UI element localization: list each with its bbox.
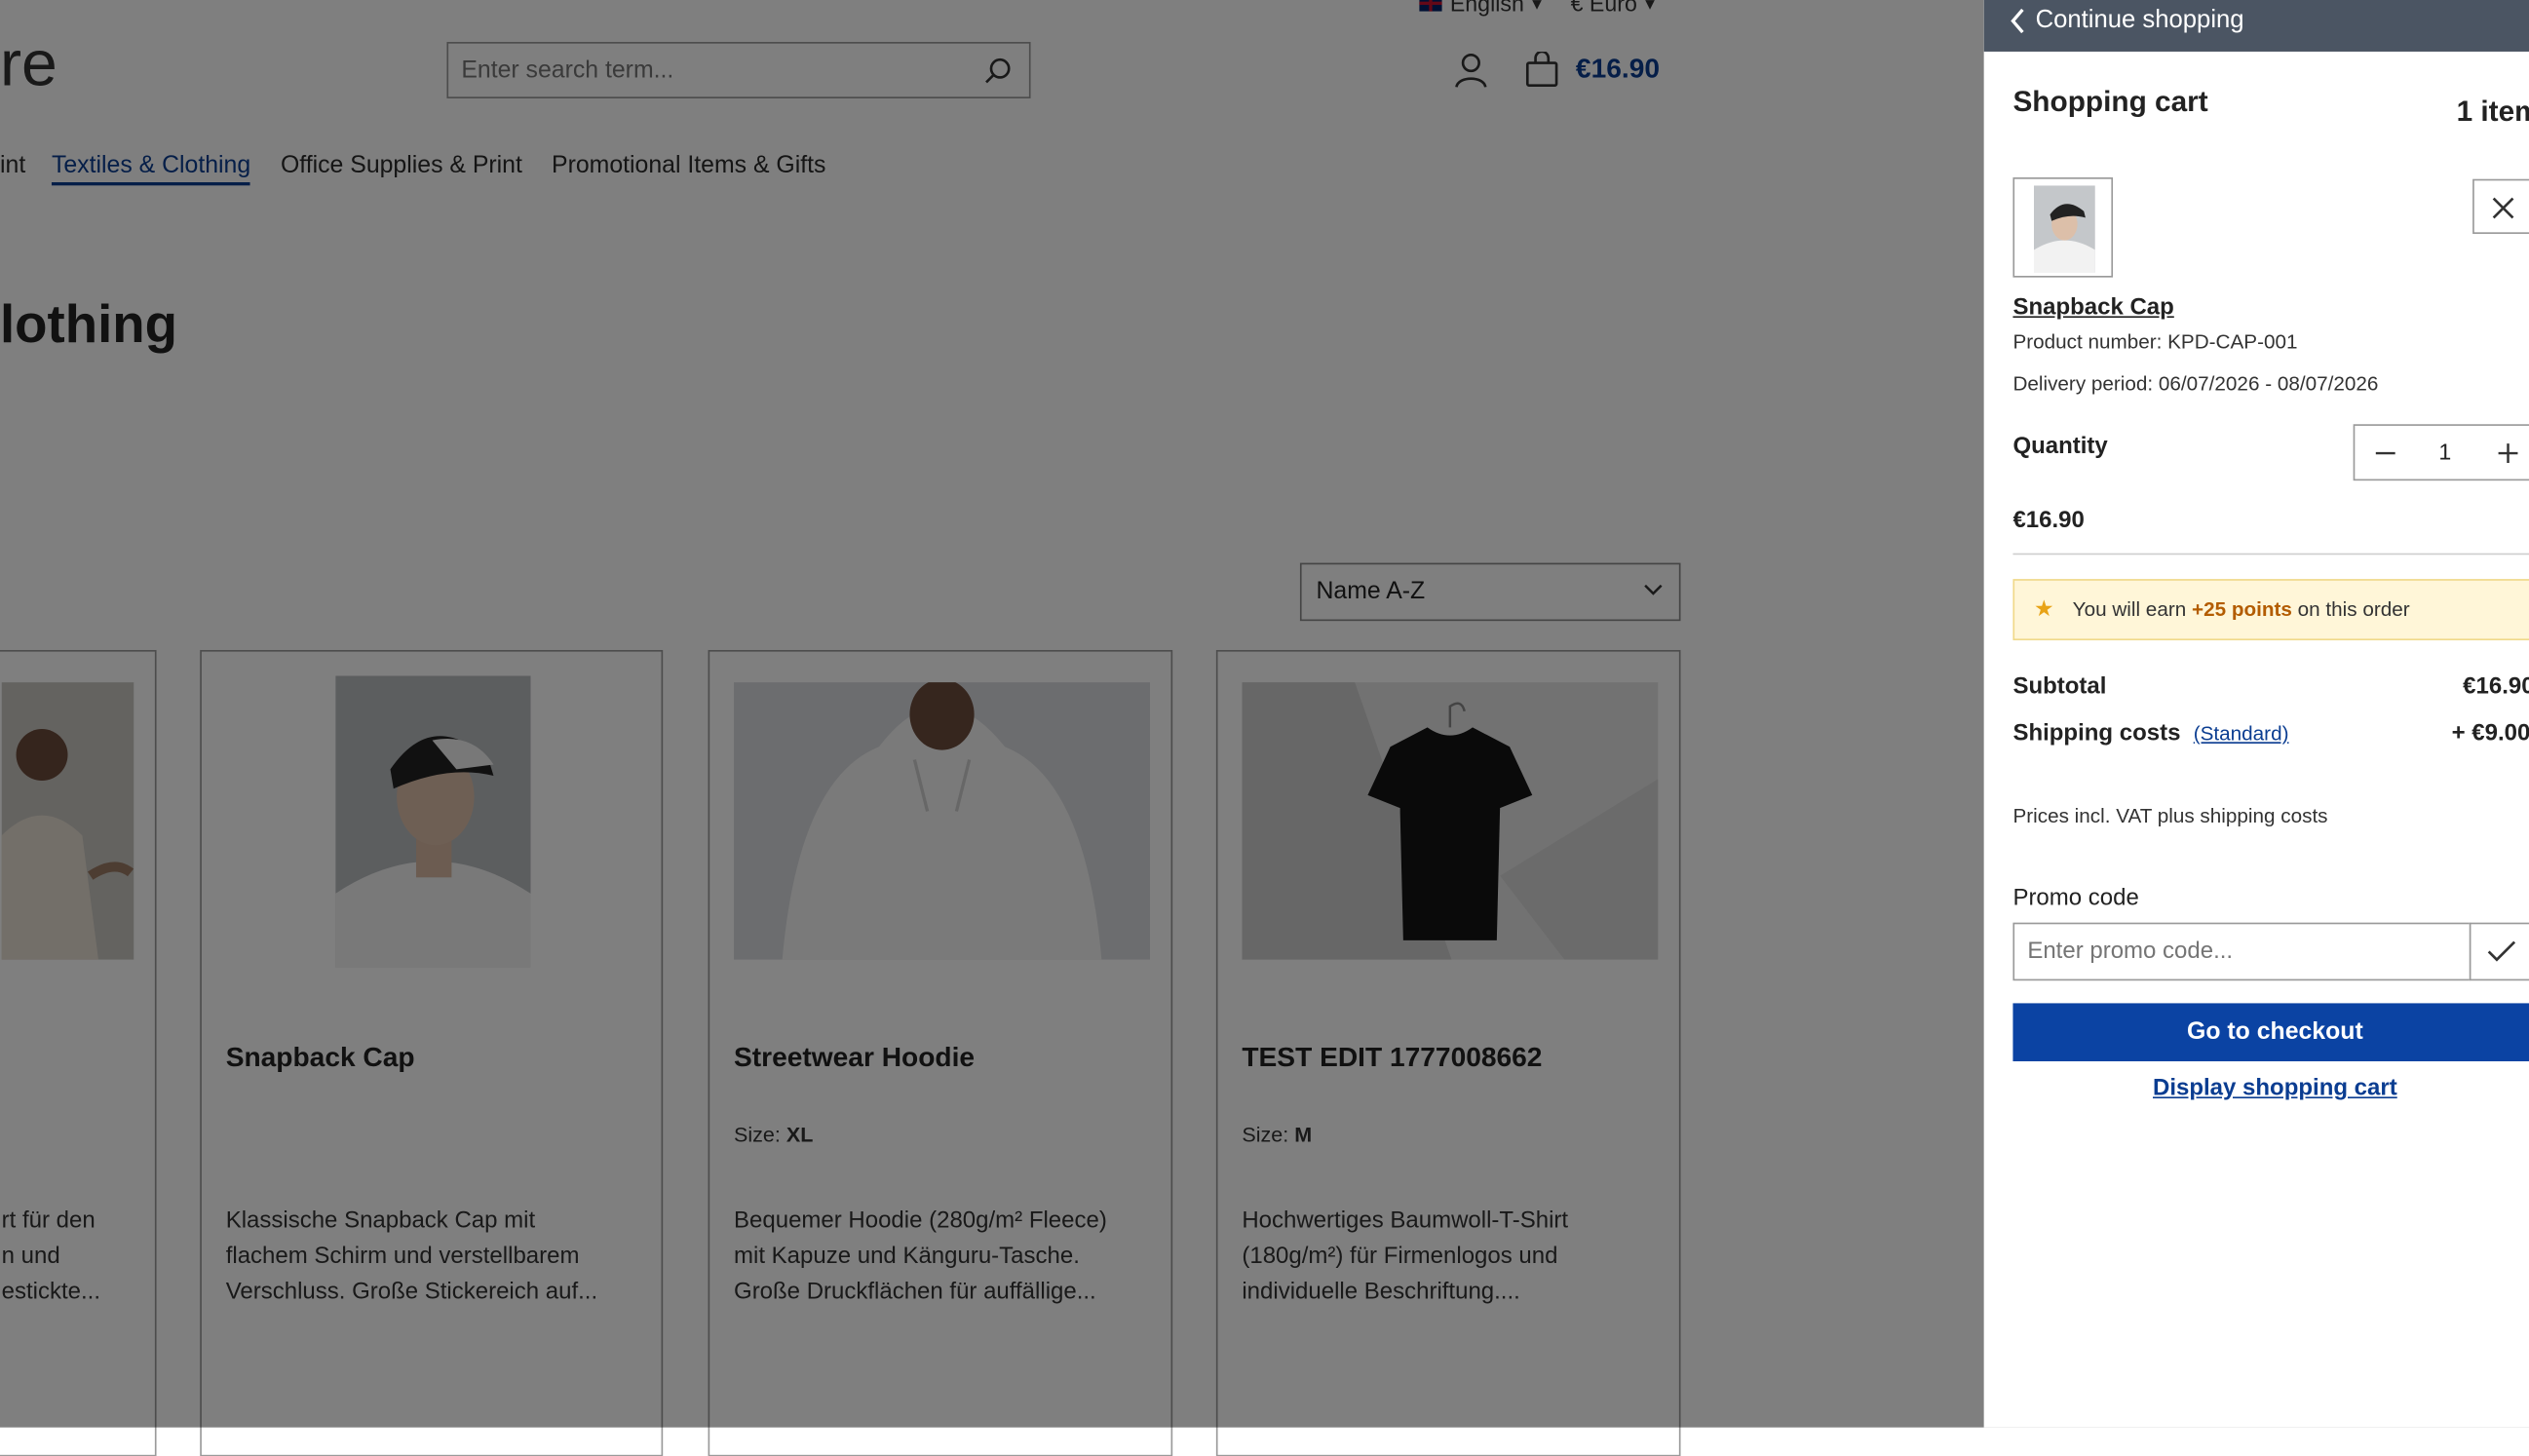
- apply-promo-button[interactable]: [2469, 922, 2529, 981]
- cart-item-product-number: Product number: KPD-CAP-001: [2012, 330, 2298, 354]
- loyalty-points-banner: ★ You will earn +25 points on this order: [2012, 579, 2529, 641]
- shipping-costs-row: Shipping costs (Standard): [2012, 721, 2288, 747]
- cart-item-name[interactable]: Snapback Cap: [2012, 295, 2173, 321]
- shipping-method-link[interactable]: (Standard): [2194, 722, 2289, 745]
- promo-code-box: [2012, 922, 2476, 981]
- chevron-left-icon: [2011, 8, 2024, 34]
- promo-code-label: Promo code: [2012, 885, 2139, 912]
- subtotal-value: €16.90: [2463, 673, 2529, 701]
- cart-item-thumbnail[interactable]: [2012, 177, 2114, 278]
- star-icon: ★: [2033, 594, 2054, 622]
- checkmark-icon: [2487, 940, 2516, 962]
- continue-shopping-button[interactable]: Continue shopping: [2010, 6, 2244, 36]
- shipping-costs-value: + €9.00: [2451, 720, 2529, 747]
- close-icon: [2492, 197, 2514, 219]
- continue-shopping-label: Continue shopping: [2035, 6, 2244, 34]
- quantity-stepper: 1: [2353, 424, 2529, 481]
- cart-drawer: Continue shopping Shopping cart 1 item S…: [1983, 0, 2529, 1428]
- drawer-title: Shopping cart: [2012, 85, 2208, 118]
- minus-icon[interactable]: [2374, 441, 2396, 464]
- quantity-label: Quantity: [2012, 434, 2108, 460]
- plus-icon[interactable]: [2497, 441, 2519, 464]
- display-cart-link[interactable]: Display shopping cart: [2012, 1076, 2529, 1101]
- cart-item-count: 1 item: [2456, 95, 2529, 128]
- remove-item-button[interactable]: [2472, 178, 2529, 234]
- shipping-costs-label: Shipping costs: [2012, 720, 2181, 747]
- quantity-value[interactable]: 1: [2438, 439, 2451, 464]
- checkout-button[interactable]: Go to checkout: [2012, 1003, 2529, 1061]
- cart-item-price: €16.90: [2012, 508, 2085, 534]
- drawer-header: Continue shopping: [1983, 0, 2529, 52]
- product-image: [2033, 185, 2095, 273]
- subtotal-label: Subtotal: [2012, 673, 2107, 701]
- promo-code-input[interactable]: [2014, 924, 2476, 979]
- vat-note: Prices incl. VAT plus shipping costs: [2012, 804, 2328, 828]
- cart-item-delivery-period: Delivery period: 06/07/2026 - 08/07/2026: [2012, 372, 2379, 396]
- divider: [2012, 553, 2529, 556]
- points-text: You will earn +25 points on this order: [2072, 598, 2410, 622]
